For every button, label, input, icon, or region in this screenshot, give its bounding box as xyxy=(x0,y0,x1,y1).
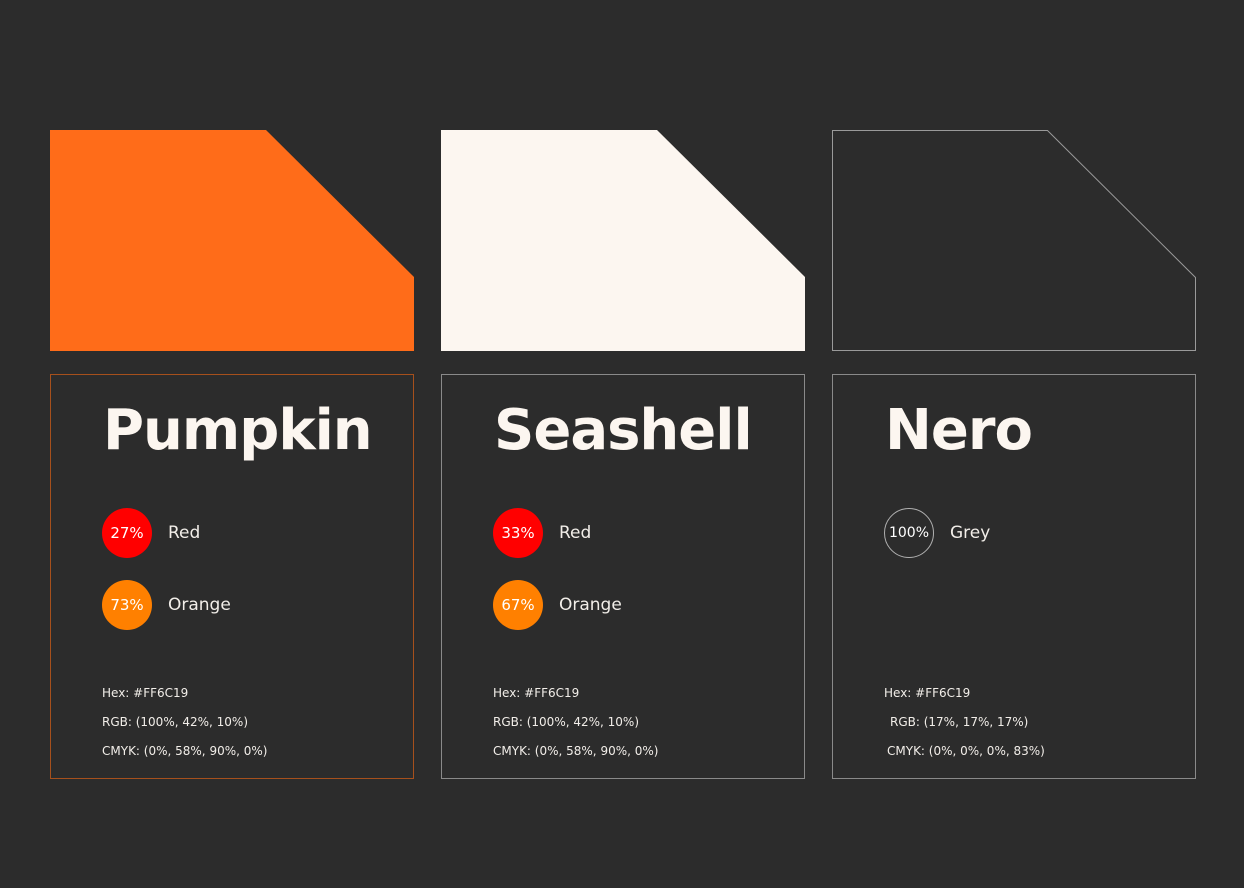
nero-swatch-shape xyxy=(832,130,1196,351)
pumpkin-orange-label: Orange xyxy=(168,595,231,615)
pumpkin-swatch-polygon xyxy=(50,130,414,351)
pumpkin-cmyk: CMYK: (0%, 58%, 90%, 0%) xyxy=(102,744,268,758)
pumpkin-red-label: Red xyxy=(168,523,201,543)
pumpkin-title: Pumpkin xyxy=(103,398,373,463)
pumpkin-swatch xyxy=(50,130,414,351)
nero-swatch xyxy=(832,130,1196,351)
pumpkin-rgb: RGB: (100%, 42%, 10%) xyxy=(102,715,248,729)
pumpkin-mix-red: 27% Red xyxy=(102,507,200,559)
seashell-swatch xyxy=(441,130,805,351)
nero-grey-label: Grey xyxy=(950,523,991,543)
seashell-mix-red: 33% Red xyxy=(493,507,591,559)
seashell-rgb: RGB: (100%, 42%, 10%) xyxy=(493,715,639,729)
seashell-cmyk: CMYK: (0%, 58%, 90%, 0%) xyxy=(493,744,659,758)
nero-mix-grey: 100% Grey xyxy=(884,507,990,559)
pumpkin-orange-percent-badge: 73% xyxy=(102,580,152,630)
pumpkin-hex: Hex: #FF6C19 xyxy=(102,686,189,700)
nero-grey-percent-badge: 100% xyxy=(884,508,934,558)
pumpkin-mix-orange: 73% Orange xyxy=(102,579,231,631)
nero-hex: Hex: #FF6C19 xyxy=(884,686,971,700)
seashell-swatch-shape xyxy=(441,130,805,351)
pumpkin-swatch-shape xyxy=(50,130,414,351)
nero-swatch-polygon xyxy=(832,130,1196,351)
seashell-mix-orange: 67% Orange xyxy=(493,579,622,631)
nero-rgb: RGB: (17%, 17%, 17%) xyxy=(890,715,1029,729)
seashell-orange-percent-badge: 67% xyxy=(493,580,543,630)
pumpkin-card: Pumpkin 27% Red 73% Orange Hex: #FF6C19 … xyxy=(50,374,414,779)
seashell-hex: Hex: #FF6C19 xyxy=(493,686,580,700)
nero-card: Nero 100% Grey Hex: #FF6C19 RGB: (17%, 1… xyxy=(832,374,1196,779)
seashell-title: Seashell xyxy=(494,398,753,463)
seashell-swatch-polygon xyxy=(441,130,805,351)
pumpkin-red-percent-badge: 27% xyxy=(102,508,152,558)
seashell-orange-label: Orange xyxy=(559,595,622,615)
nero-cmyk: CMYK: (0%, 0%, 0%, 83%) xyxy=(887,744,1045,758)
color-palette-page: Pumpkin 27% Red 73% Orange Hex: #FF6C19 … xyxy=(0,0,1244,888)
seashell-card: Seashell 33% Red 67% Orange Hex: #FF6C19… xyxy=(441,374,805,779)
nero-title: Nero xyxy=(885,398,1033,463)
seashell-red-percent-badge: 33% xyxy=(493,508,543,558)
seashell-red-label: Red xyxy=(559,523,592,543)
